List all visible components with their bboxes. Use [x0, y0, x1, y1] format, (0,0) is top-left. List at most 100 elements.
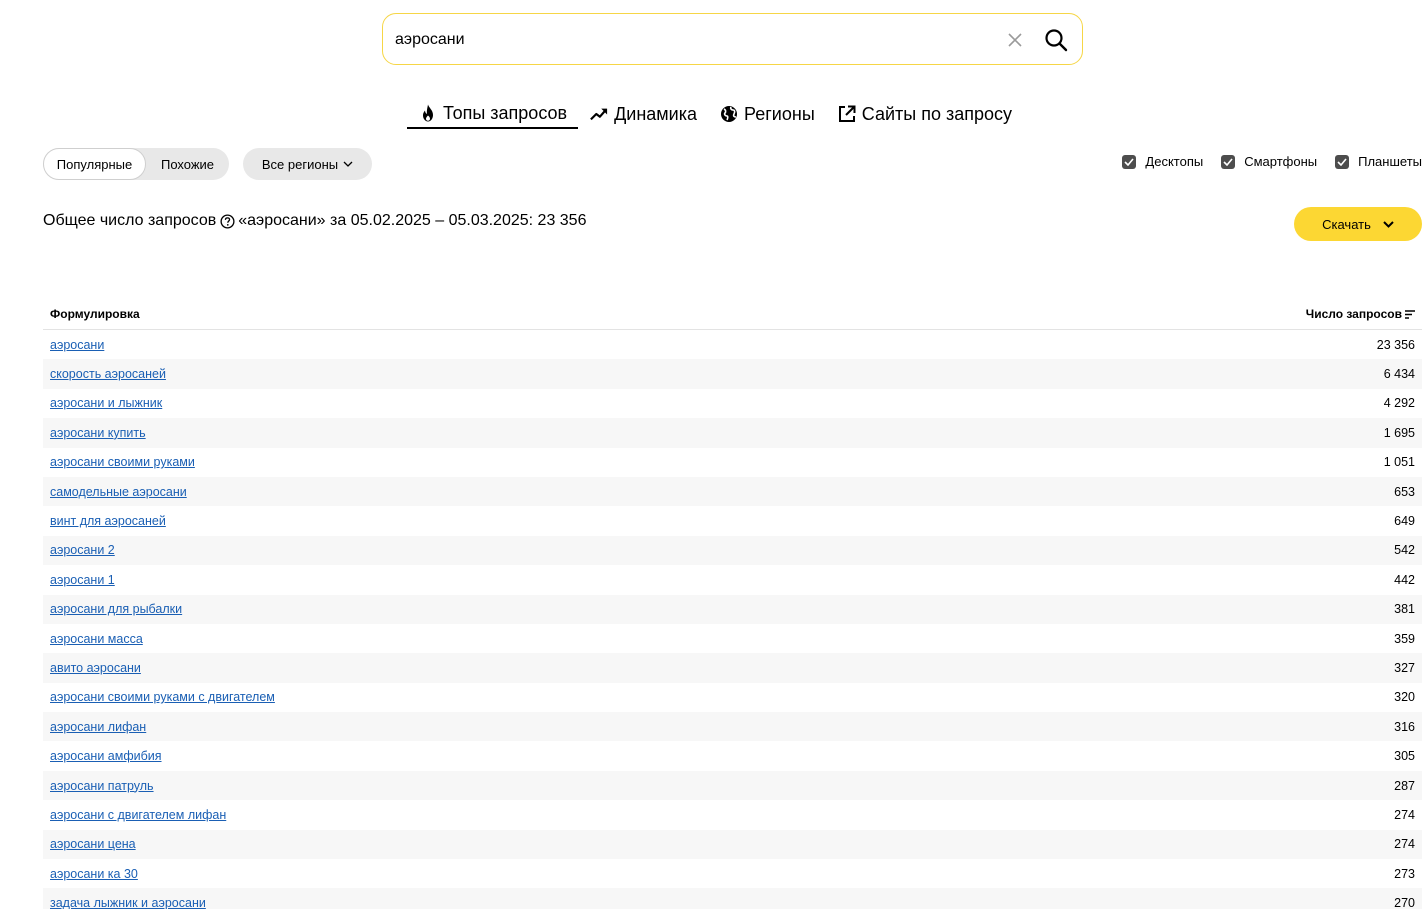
table-row: аэросани своими руками с двигателем 320: [43, 683, 1422, 712]
tab-label: Динамика: [614, 103, 698, 124]
download-label: Скачать: [1322, 216, 1371, 232]
device-desktop[interactable]: Десктопы: [1122, 154, 1203, 169]
query-phrase-link[interactable]: аэросани для рыбалки: [50, 602, 182, 616]
table-row: задача лыжник и аэросани 270: [43, 888, 1422, 909]
query-phrase-link[interactable]: скорость аэросаней: [50, 367, 166, 381]
clear-search-button[interactable]: [1004, 29, 1026, 51]
tab-dynamics[interactable]: Динамика: [578, 101, 708, 127]
query-phrase-link[interactable]: аэросани своими руками с двигателем: [50, 690, 275, 704]
help-icon[interactable]: [219, 213, 235, 229]
trend-up-icon: [590, 105, 608, 123]
checkbox-checked-icon[interactable]: [1221, 154, 1236, 169]
tabs: Топы запросов Динамика Регионы Сайты по …: [407, 101, 1023, 129]
query-count: 305: [1394, 749, 1415, 764]
device-desktop-label: Десктопы: [1145, 154, 1204, 169]
query-phrase-link[interactable]: аэросани и лыжник: [50, 396, 162, 410]
query-phrase-link[interactable]: винт для аэросаней: [50, 514, 166, 528]
table-row: аэросани 1 442: [43, 565, 1422, 594]
query-count: 1 051: [1383, 455, 1415, 470]
chevron-down-icon: [343, 161, 353, 167]
tab-sites[interactable]: Сайты по запросу: [826, 101, 1023, 127]
table-row: самодельные аэросани 653: [43, 476, 1422, 507]
query-phrase-link[interactable]: задача лыжник и аэросани: [50, 896, 206, 909]
globe-icon: [720, 105, 738, 123]
tab-label: Сайты по запросу: [861, 103, 1012, 124]
device-smartphones-label: Смартфоны: [1244, 154, 1318, 169]
table-row: аэросани цена 274: [43, 829, 1422, 860]
search-box: [382, 13, 1083, 65]
query-phrase-link[interactable]: аэросани своими руками: [50, 455, 195, 469]
query-phrase-link[interactable]: аэросани 2: [50, 543, 115, 557]
query-count: 327: [1394, 660, 1415, 675]
query-phrase-link[interactable]: аэросани патруль: [50, 779, 154, 793]
table-row: аэросани 23 356: [43, 330, 1422, 359]
checkbox-checked-icon[interactable]: [1122, 154, 1137, 169]
query-phrase-link[interactable]: аэросани масса: [50, 632, 143, 646]
query-phrase-link[interactable]: самодельные аэросани: [50, 485, 187, 499]
query-count: 23 356: [1376, 337, 1415, 352]
query-count: 273: [1394, 866, 1415, 881]
column-count-label: Число запросов: [1305, 307, 1402, 321]
query-phrase-link[interactable]: аэросани купить: [50, 426, 146, 440]
table-row: винт для аэросаней 649: [43, 506, 1422, 535]
query-count: 649: [1394, 514, 1415, 529]
table-body: аэросани 23 356 скорость аэросаней 6 434 аэр…: [43, 330, 1422, 909]
query-phrase-link[interactable]: аэросани с двигателем лифан: [50, 808, 226, 822]
query-count: 4 292: [1383, 396, 1415, 411]
table-row: аэросани для рыбалки 381: [43, 594, 1422, 624]
query-count: 359: [1394, 631, 1415, 646]
tab-label: Регионы: [744, 103, 815, 124]
search-button[interactable]: [1042, 26, 1070, 54]
device-tablets-label: Планшеты: [1358, 154, 1422, 169]
tab-top-queries[interactable]: Топы запросов: [407, 101, 579, 129]
query-phrase-link[interactable]: аэросани ка 30: [50, 867, 138, 881]
summary-suffix: «аэросани» за 05.02.2025 – 05.03.2025: 2…: [238, 212, 587, 229]
region-select[interactable]: Все регионы: [243, 148, 372, 180]
close-icon: [1008, 33, 1022, 47]
table-row: аэросани масса 359: [43, 624, 1422, 653]
region-select-label: Все регионы: [261, 156, 339, 172]
tab-regions[interactable]: Регионы: [708, 101, 826, 127]
checkbox-checked-icon[interactable]: [1335, 154, 1350, 169]
query-count: 1 695: [1383, 425, 1415, 440]
fire-icon: [419, 104, 437, 122]
column-count-header[interactable]: Число запросов: [1306, 307, 1415, 321]
query-count: 381: [1394, 602, 1415, 617]
external-link-icon: [838, 105, 856, 123]
query-phrase-link[interactable]: аэросани амфибия: [50, 749, 162, 763]
query-phrase-link[interactable]: аэросани: [50, 338, 104, 352]
table-row: авито аэросани 327: [43, 653, 1422, 683]
query-count: 542: [1394, 543, 1415, 558]
device-smartphones[interactable]: Смартфоны: [1221, 154, 1317, 169]
table-row: аэросани лифан 316: [43, 712, 1422, 742]
segment-popular[interactable]: Популярные: [43, 148, 146, 180]
query-phrase-link[interactable]: аэросани цена: [50, 837, 136, 851]
queries-table: Формулировка Число запросов аэросани 23 3…: [43, 299, 1422, 909]
query-count: 274: [1394, 837, 1415, 852]
query-phrase-link[interactable]: аэросани лифан: [50, 720, 146, 734]
table-row: аэросани 2 542: [43, 535, 1422, 566]
query-count: 653: [1394, 484, 1415, 499]
page: Топы запросов Динамика Регионы: [0, 0, 1425, 909]
query-count: 6 434: [1383, 367, 1415, 382]
sort-icon: [1405, 309, 1415, 319]
query-phrase-link[interactable]: авито аэросани: [50, 661, 141, 675]
popular-similar-switch: Популярные Похожие: [43, 148, 229, 180]
table-row: аэросани с двигателем лифан 274: [43, 800, 1422, 829]
query-count: 320: [1394, 690, 1415, 705]
search-icon: [1045, 29, 1068, 52]
query-phrase-link[interactable]: аэросани 1: [50, 573, 115, 587]
download-button[interactable]: Скачать: [1294, 207, 1422, 241]
column-phrase-header: Формулировка: [50, 307, 140, 321]
device-filters: Десктопы Смартфоны Планшеты: [1114, 154, 1422, 169]
query-count: 274: [1394, 807, 1415, 822]
search-input[interactable]: [395, 26, 995, 54]
query-count: 316: [1394, 719, 1415, 734]
table-row: аэросани и лыжник 4 292: [43, 389, 1422, 418]
query-count: 442: [1394, 572, 1415, 587]
query-count: 270: [1394, 896, 1415, 909]
device-tablets[interactable]: Планшеты: [1335, 154, 1422, 169]
chevron-down-icon: [1383, 220, 1394, 228]
summary-prefix: Общее число запросов: [43, 212, 217, 229]
segment-similar[interactable]: Похожие: [146, 148, 229, 180]
